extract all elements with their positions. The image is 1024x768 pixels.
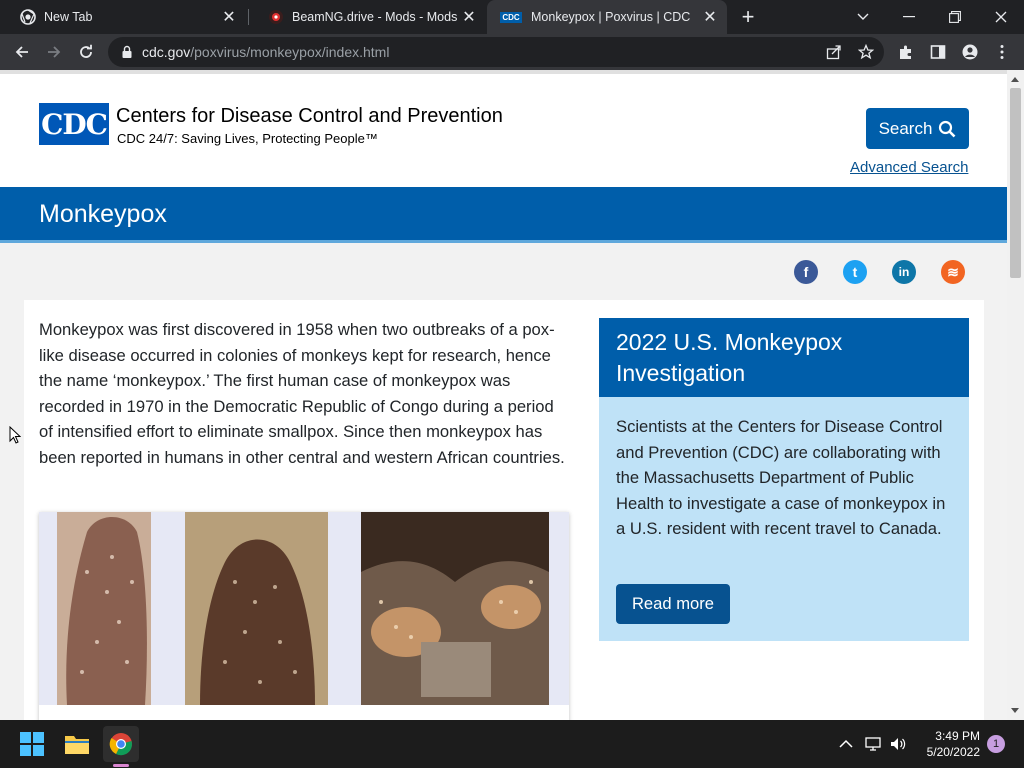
- reload-button[interactable]: [72, 38, 100, 66]
- facebook-icon[interactable]: f: [794, 260, 818, 284]
- profile-avatar-icon[interactable]: [962, 44, 978, 60]
- folder-icon: [65, 736, 89, 754]
- clock-date: 5/20/2022: [926, 745, 980, 759]
- system-clock[interactable]: 3:49 PM 5/20/2022: [916, 728, 980, 760]
- side-panel-icon[interactable]: [930, 44, 946, 60]
- active-app-indicator: [113, 764, 129, 767]
- scroll-thumb[interactable]: [1010, 88, 1021, 278]
- close-tab-icon[interactable]: ✕: [460, 8, 478, 26]
- url-text: cdc.gov/poxvirus/monkeypox/index.html: [142, 44, 389, 60]
- tab-cdc-monkeypox[interactable]: CDC Monkeypox | Poxvirus | CDC ✕: [487, 0, 727, 34]
- photo-caption-area: [39, 705, 569, 720]
- new-tab-button[interactable]: +: [736, 4, 760, 29]
- linkedin-icon[interactable]: in: [892, 260, 916, 284]
- url-host: cdc.gov: [142, 44, 191, 60]
- restore-button[interactable]: [932, 0, 978, 34]
- read-more-button[interactable]: Read more: [616, 584, 730, 624]
- beamng-icon: [268, 9, 284, 25]
- monkeypox-rash-photo: [39, 512, 569, 720]
- scroll-up-arrow-icon[interactable]: [1011, 77, 1019, 82]
- page-title: Monkeypox: [39, 200, 167, 228]
- investigation-callout: 2022 U.S. Monkeypox Investigation Scient…: [599, 318, 969, 641]
- bookmark-star-icon[interactable]: [858, 44, 874, 60]
- tab-title: Monkeypox | Poxvirus | CDC: [531, 10, 691, 24]
- url-path: /poxvirus/monkeypox/index.html: [190, 44, 390, 60]
- facebook-glyph: f: [803, 264, 809, 280]
- intro-paragraph: Monkeypox was first discovered in 1958 w…: [39, 320, 565, 467]
- mouse-cursor-icon: [9, 426, 21, 444]
- clock-time: 3:49 PM: [935, 729, 980, 743]
- extensions-puzzle-icon[interactable]: [898, 44, 914, 60]
- syndicate-glyph: ≋: [947, 263, 959, 280]
- photo-child-torso: [57, 512, 151, 705]
- share-icon[interactable]: [826, 44, 842, 60]
- chrome-icon: [20, 9, 36, 25]
- cdc-logo[interactable]: CDC: [39, 103, 109, 145]
- page-banner: Monkeypox: [0, 187, 1007, 243]
- minimize-button[interactable]: [886, 0, 932, 34]
- linkedin-glyph: in: [898, 265, 910, 279]
- twitter-icon[interactable]: t: [843, 260, 867, 284]
- volume-icon[interactable]: [889, 735, 907, 753]
- cdc-favicon-text: CDC: [500, 11, 522, 23]
- cdc-logo-text: CDC: [41, 107, 108, 141]
- start-button[interactable]: [14, 726, 50, 762]
- browser-toolbar: cdc.gov/poxvirus/monkeypox/index.html: [0, 34, 1024, 70]
- forward-button[interactable]: [40, 38, 68, 66]
- callout-header: 2022 U.S. Monkeypox Investigation: [599, 318, 969, 397]
- advanced-search-link[interactable]: Advanced Search: [850, 159, 968, 176]
- tab-search-chevron-icon[interactable]: [840, 0, 886, 34]
- twitter-glyph: t: [852, 264, 858, 280]
- org-name[interactable]: Centers for Disease Control and Preventi…: [116, 105, 503, 128]
- more-menu-icon[interactable]: [994, 44, 1010, 60]
- tab-new-tab[interactable]: New Tab ✕: [0, 0, 246, 34]
- windows-taskbar: 3:49 PM 5/20/2022 1: [0, 720, 1024, 768]
- cdc-favicon: CDC: [499, 9, 523, 25]
- callout-title: 2022 U.S. Monkeypox Investigation: [616, 329, 843, 386]
- search-icon: [939, 120, 956, 137]
- site-header: CDC Centers for Disease Control and Prev…: [0, 74, 1007, 187]
- notification-badge[interactable]: 1: [987, 735, 1005, 753]
- scroll-down-arrow-icon[interactable]: [1011, 708, 1019, 713]
- tab-title: New Tab: [44, 10, 93, 24]
- callout-body: Scientists at the Centers for Disease Co…: [616, 417, 946, 538]
- photo-child-back: [185, 512, 328, 705]
- page-scrollbar[interactable]: [1007, 70, 1024, 720]
- page-viewport: CDC Centers for Disease Control and Prev…: [0, 70, 1024, 720]
- tab-title: BeamNG.drive - Mods - Mods fo: [292, 10, 460, 24]
- tab-beamng[interactable]: BeamNG.drive - Mods - Mods fo ✕: [248, 0, 486, 34]
- chevron-up-icon[interactable]: [837, 735, 855, 753]
- search-label: Search: [878, 118, 933, 138]
- tab-strip: New Tab ✕ BeamNG.drive - Mods - Mods fo …: [0, 0, 1024, 34]
- photo-rash-hands: [361, 512, 549, 705]
- chrome-icon: [109, 733, 132, 756]
- windows-logo-icon: [20, 732, 44, 756]
- back-button[interactable]: [8, 38, 36, 66]
- file-explorer-button[interactable]: [59, 726, 95, 762]
- close-tab-icon[interactable]: ✕: [701, 8, 719, 26]
- address-bar[interactable]: cdc.gov/poxvirus/monkeypox/index.html: [108, 37, 884, 67]
- main-content: Monkeypox was first discovered in 1958 w…: [24, 300, 984, 720]
- lock-icon[interactable]: [120, 45, 134, 59]
- search-button[interactable]: Search: [866, 108, 969, 149]
- chrome-taskbar-button[interactable]: [103, 726, 139, 762]
- org-tagline: CDC 24/7: Saving Lives, Protecting Peopl…: [117, 131, 378, 146]
- syndicate-icon[interactable]: ≋: [941, 260, 965, 284]
- close-tab-icon[interactable]: ✕: [220, 8, 238, 26]
- close-window-button[interactable]: [978, 0, 1024, 34]
- network-icon[interactable]: [864, 735, 882, 753]
